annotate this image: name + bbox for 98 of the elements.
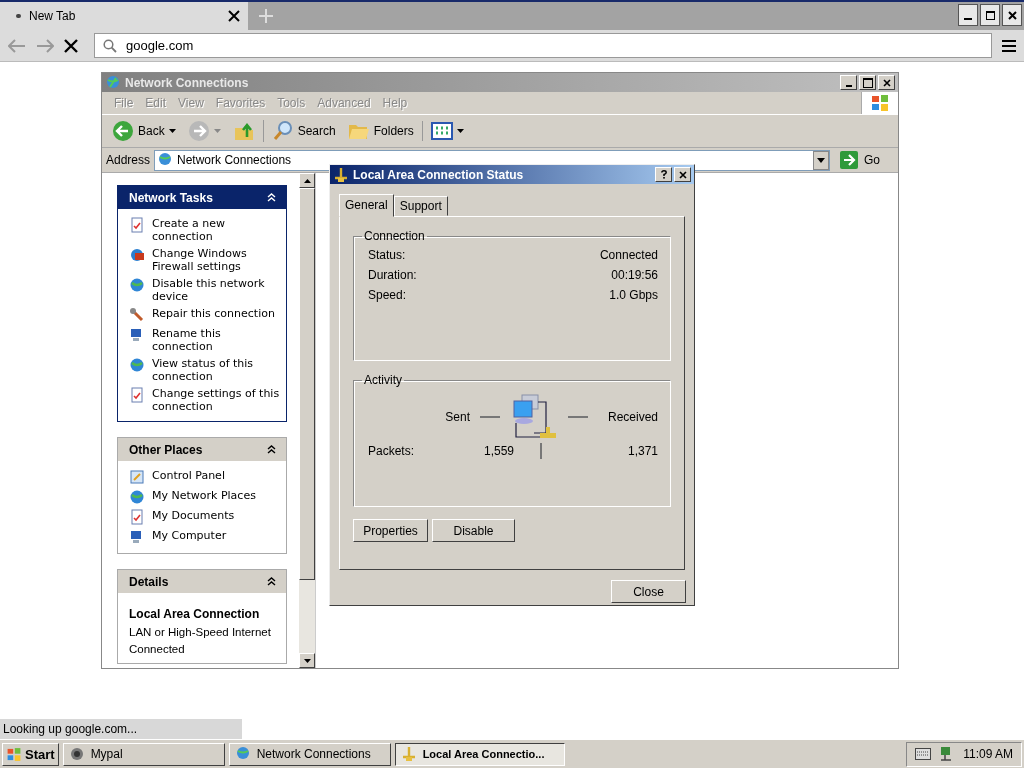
task-link[interactable]: My Computer: [152, 529, 227, 542]
network-globe-icon: [105, 74, 121, 91]
scrollbar[interactable]: [299, 173, 315, 668]
document-icon: [129, 387, 145, 403]
search-icon: [271, 120, 294, 142]
activity-line: [567, 416, 588, 418]
group-title: Connection: [363, 229, 426, 243]
field-value: 00:19:56: [611, 268, 658, 282]
taskbar-button[interactable]: Local Area Connectio...: [394, 742, 565, 766]
caret-icon: [817, 157, 825, 163]
maximize-button[interactable]: [859, 75, 876, 90]
help-icon: [660, 170, 667, 179]
dropdown-button[interactable]: [813, 150, 829, 170]
down-arrow-icon: [303, 658, 311, 663]
close-button[interactable]: [1002, 4, 1022, 26]
globe-icon: [129, 357, 145, 373]
close-icon[interactable]: [228, 10, 240, 22]
received-label: Received: [607, 410, 658, 424]
address-field[interactable]: google.com: [94, 33, 992, 58]
field-value: 1.0 Gbps: [609, 288, 658, 302]
clock: 11:09 AM: [963, 747, 1013, 761]
go-button[interactable]: Go: [834, 151, 894, 169]
task-link[interactable]: Change settings of this connection: [152, 387, 280, 413]
close-icon: [678, 170, 687, 179]
back-button[interactable]: Back: [108, 120, 180, 142]
dialog-button[interactable]: Properties: [353, 519, 428, 542]
search-button[interactable]: Search: [267, 120, 340, 142]
details-text: LAN or High-Speed Internet: [129, 626, 272, 638]
restore-button[interactable]: [980, 4, 1000, 26]
taskbar-button[interactable]: Mypal: [62, 742, 225, 766]
minimize-button[interactable]: [958, 4, 978, 26]
globe-icon: [157, 152, 174, 168]
task-link[interactable]: Change Windows Firewall settings: [152, 247, 280, 273]
network-plug-icon: [400, 746, 417, 762]
scroll-down-button[interactable]: [299, 653, 315, 668]
up-arrow-icon: [303, 178, 311, 183]
field-label: Status:: [368, 248, 406, 262]
scroll-up-button[interactable]: [299, 173, 315, 188]
task-link[interactable]: My Documents: [152, 509, 235, 522]
browser-status-text: Looking up google.com...: [0, 719, 242, 739]
collapse-chevron-icon[interactable]: [267, 445, 276, 454]
close-icon: [1007, 10, 1017, 20]
group-title: Activity: [363, 373, 403, 387]
stop-icon[interactable]: [64, 38, 78, 53]
wrench-icon: [129, 307, 145, 323]
field-label: Duration:: [368, 268, 417, 282]
close-dialog-button[interactable]: Close: [611, 580, 686, 603]
windows-logo-icon: [6, 746, 22, 762]
close-icon: [882, 78, 891, 87]
address-label: Address: [106, 153, 151, 167]
dialog-tab[interactable]: General: [339, 194, 394, 217]
caret-icon: [168, 129, 176, 133]
control-panel-icon: [129, 469, 145, 485]
packets-label: Packets:: [368, 444, 416, 458]
document-icon: [129, 509, 145, 525]
taskbar-button[interactable]: Network Connections: [228, 742, 391, 766]
packets-received-value: 1,371: [626, 444, 658, 458]
panel-header[interactable]: Network Tasks: [118, 186, 286, 209]
panel-header[interactable]: Other Places: [118, 438, 286, 461]
search-icon: [103, 38, 117, 53]
task-link[interactable]: Disable this network device: [152, 277, 280, 303]
window-title: Network Connections: [125, 75, 250, 90]
browser-tab[interactable]: New Tab: [0, 2, 248, 30]
go-arrow-icon: [840, 151, 858, 169]
keyboard-icon[interactable]: [915, 748, 932, 760]
firewall-icon: [129, 247, 145, 263]
caret-icon: [213, 129, 221, 133]
network-plug-icon: [333, 166, 349, 183]
dialog-tab[interactable]: Support: [393, 196, 448, 216]
packets-sent-value: 1,559: [482, 444, 514, 458]
details-text: Connected: [129, 643, 186, 655]
sent-label: Sent: [445, 410, 470, 424]
tab-title: New Tab: [29, 9, 77, 23]
collapse-chevron-icon[interactable]: [267, 577, 276, 586]
task-link[interactable]: Rename this connection: [152, 327, 280, 353]
dialog-button[interactable]: Disable: [432, 519, 515, 542]
start-button[interactable]: Start: [2, 742, 59, 766]
globe-icon: [129, 277, 145, 293]
field-value: Connected: [599, 248, 658, 262]
task-link[interactable]: My Network Places: [152, 489, 256, 502]
field-label: Speed:: [368, 288, 407, 302]
task-link[interactable]: Repair this connection: [152, 307, 275, 320]
menu-icon[interactable]: [1002, 39, 1016, 52]
task-link[interactable]: View status of this connection: [152, 357, 280, 383]
caret-icon: [456, 129, 464, 133]
activity-line: [479, 416, 500, 418]
app-icon: [68, 746, 85, 762]
panel-header[interactable]: Details: [118, 570, 286, 593]
globe-icon: [234, 746, 251, 762]
views-grid-icon: [430, 122, 453, 140]
folders-button[interactable]: Folders: [343, 121, 423, 141]
document-icon: [129, 217, 145, 233]
help-button[interactable]: [655, 167, 672, 182]
scroll-thumb[interactable]: [299, 188, 315, 580]
task-link[interactable]: Create a new connection: [152, 217, 280, 243]
details-name: Local Area Connection: [129, 607, 261, 621]
globe-icon: [129, 489, 145, 505]
task-link[interactable]: Control Panel: [152, 469, 225, 482]
